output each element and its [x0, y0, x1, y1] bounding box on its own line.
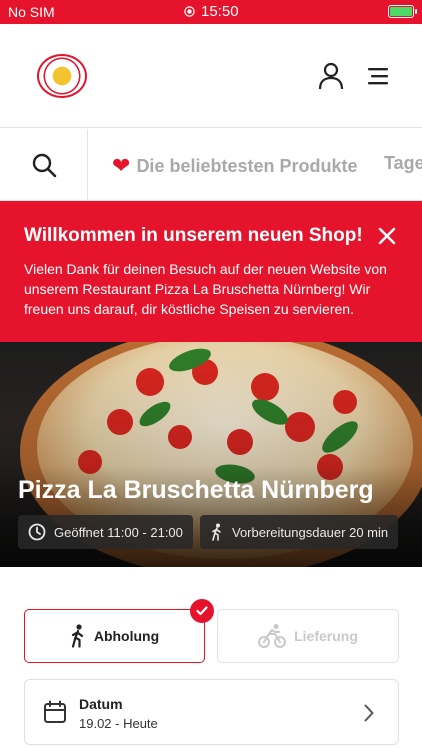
delivery-button[interactable]: Lieferung [217, 609, 399, 663]
user-icon[interactable] [318, 62, 344, 90]
record-icon [184, 6, 195, 17]
hero-section: Pizza La Bruschetta Nürnberg Geöffnet 11… [0, 342, 422, 567]
calendar-icon [44, 700, 66, 723]
category-popular-label: Die beliebtesten Produkte [136, 155, 358, 176]
banner-text: Vielen Dank für deinen Besuch auf der ne… [24, 261, 387, 317]
walking-icon [212, 523, 221, 541]
check-icon [190, 599, 214, 623]
heart-icon: ❤ [112, 153, 131, 178]
category-daily[interactable]: Tage [384, 153, 422, 174]
prep-time-chip: Vorbereitungsdauer 20 min [200, 515, 399, 549]
close-icon[interactable] [378, 227, 396, 245]
status-time: 15:50 [201, 3, 239, 20]
category-daily-label: Tage [384, 153, 422, 173]
status-bar: No SIM 15:50 [0, 0, 422, 24]
bicycle-icon [258, 624, 287, 648]
date-value: 19.02 - Heute [79, 716, 158, 731]
welcome-banner: Willkommen in unserem neuen Shop! Vielen… [0, 201, 422, 342]
clock-icon [28, 523, 46, 541]
pickup-button[interactable]: Abholung [24, 609, 205, 663]
search-icon [32, 153, 56, 177]
app-header [0, 24, 422, 128]
prep-time-text: Vorbereitungsdauer 20 min [232, 524, 389, 540]
date-label: Datum [79, 696, 123, 712]
carrier-label: No SIM [8, 4, 55, 20]
delivery-label: Lieferung [294, 628, 358, 644]
date-selector[interactable]: Datum 19.02 - Heute [24, 679, 399, 745]
category-bar: ❤ Die beliebtesten Produkte Tage [0, 129, 422, 201]
opening-hours-text: Geöffnet 11:00 - 21:00 [54, 524, 183, 540]
restaurant-name: Pizza La Bruschetta Nürnberg [18, 476, 374, 504]
search-button[interactable] [0, 129, 88, 200]
status-time-group: 15:50 [184, 3, 239, 20]
opening-hours-chip: Geöffnet 11:00 - 21:00 [18, 515, 193, 549]
pickup-label: Abholung [93, 628, 160, 644]
banner-title: Willkommen in unserem neuen Shop! [24, 225, 363, 246]
walking-icon [71, 624, 83, 648]
chevron-right-icon [364, 704, 374, 722]
category-popular[interactable]: ❤ Die beliebtesten Produkte [112, 153, 358, 179]
battery-icon [388, 5, 417, 18]
restaurant-logo[interactable] [37, 54, 87, 98]
menu-icon[interactable] [366, 66, 388, 86]
